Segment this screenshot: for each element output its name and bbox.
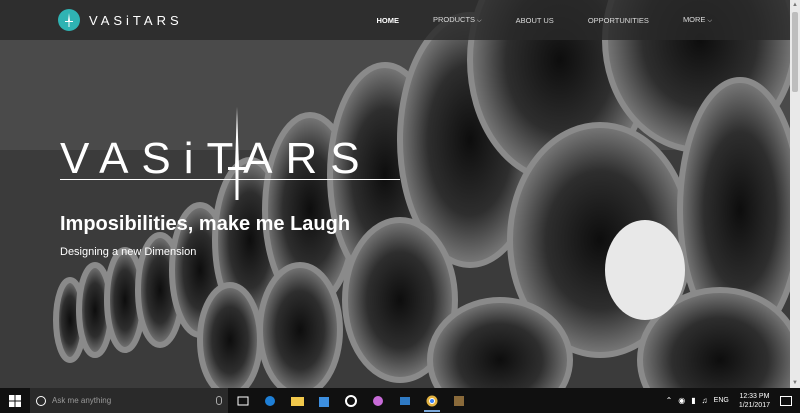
windows-logo-icon — [9, 394, 21, 407]
search-placeholder: Ask me anything — [52, 396, 112, 405]
brand-name: VASiTARS — [89, 12, 183, 28]
top-navbar: VASiTARS HOME PRODUCTS ⌵ ABOUT US OPPORTU… — [0, 0, 790, 40]
microphone-icon[interactable] — [216, 396, 222, 405]
edge-icon[interactable] — [259, 388, 281, 413]
store-icon[interactable] — [313, 388, 335, 413]
photos-icon[interactable] — [394, 388, 416, 413]
action-center-icon[interactable] — [780, 395, 792, 406]
nav-more-label: MORE — [682, 15, 706, 24]
nav-about-us[interactable]: ABOUT US — [516, 16, 554, 25]
nav-opportunities[interactable]: OPPORTUNITIES — [588, 16, 649, 25]
app-icon[interactable] — [367, 388, 389, 413]
main-nav: HOME PRODUCTS ⌵ ABOUT US OPPORTUNITIES MO… — [342, 0, 712, 40]
windows-taskbar: Ask me anything ⌃ ◉ ▮ ♫ ENG 12:33 PM 1/2… — [0, 388, 800, 413]
scroll-down-icon[interactable]: ▼ — [790, 378, 800, 388]
scroll-up-icon[interactable]: ▲ — [790, 0, 800, 10]
hero-title: Imposibilities, make me Laugh — [60, 213, 351, 235]
show-hidden-icons-icon[interactable]: ⌃ — [666, 396, 673, 405]
app-icon-2[interactable] — [448, 388, 470, 413]
brand-logo[interactable]: VASiTARS — [58, 9, 183, 31]
start-button[interactable] — [0, 388, 30, 413]
clock[interactable]: 12:33 PM 1/21/2017 — [739, 392, 770, 410]
nav-more[interactable]: MORE ⌵ — [683, 15, 712, 25]
clock-date: 1/21/2017 — [738, 401, 770, 409]
nav-products[interactable]: PRODUCTS ⌵ — [433, 15, 482, 25]
cortana-icon — [36, 395, 46, 406]
nav-products-label: PRODUCTS — [432, 15, 476, 24]
sword-icon — [228, 107, 246, 200]
sword-logo-icon — [58, 9, 80, 31]
file-explorer-icon[interactable] — [286, 388, 308, 413]
language-indicator[interactable]: ENG — [714, 397, 729, 404]
hero-logo-word: VASiTARS — [60, 134, 373, 183]
cortana-search-box[interactable]: Ask me anything — [30, 388, 228, 413]
system-tray: ⌃ ◉ ▮ ♫ ENG 12:33 PM 1/21/2017 — [666, 388, 800, 413]
battery-icon[interactable]: ▮ — [691, 396, 695, 405]
media-icon[interactable] — [340, 388, 362, 413]
nav-home[interactable]: HOME — [376, 16, 399, 25]
page-scrollbar[interactable]: ▲ ▼ — [790, 0, 800, 388]
chevron-down-icon: ⌵ — [707, 18, 712, 24]
hero-logo: VASiTARS — [60, 107, 400, 200]
scroll-thumb[interactable] — [792, 12, 798, 92]
network-icon[interactable]: ◉ — [678, 396, 685, 405]
taskbar-apps — [232, 388, 475, 413]
speaker-icon[interactable]: ♫ — [702, 396, 708, 405]
hero-subtitle: Designing a new Dimension — [60, 246, 197, 258]
chrome-icon[interactable] — [421, 388, 443, 413]
chevron-down-icon: ⌵ — [477, 18, 482, 24]
clock-time: 12:33 PM — [739, 392, 770, 400]
task-view-icon[interactable] — [232, 388, 254, 413]
hero-divider — [60, 179, 400, 180]
